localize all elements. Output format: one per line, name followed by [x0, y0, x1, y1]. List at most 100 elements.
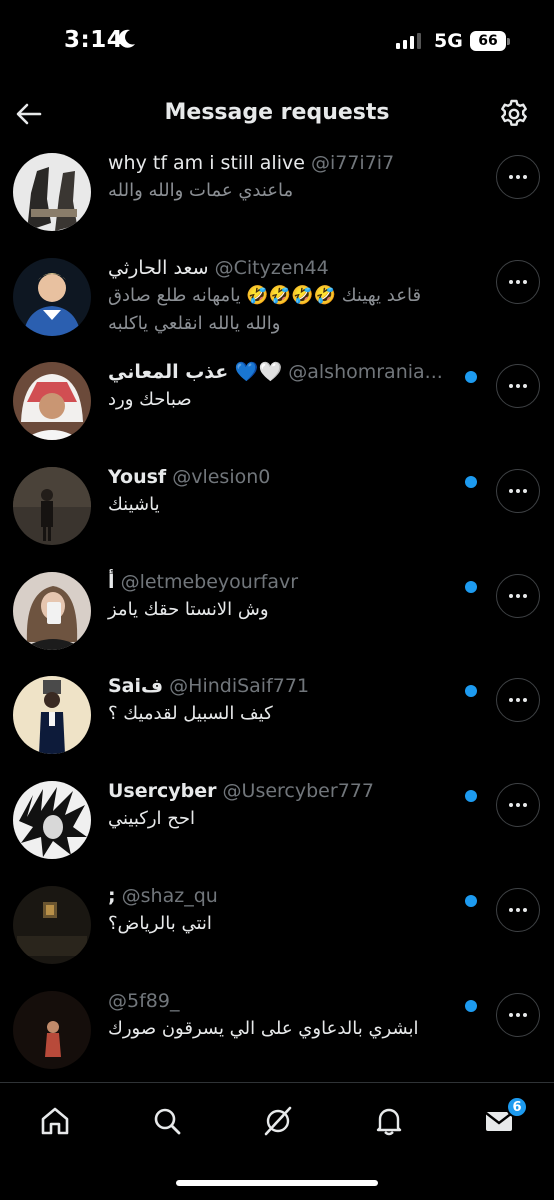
sender-handle: @Cityzen44	[214, 256, 329, 279]
grok-icon	[264, 1106, 292, 1136]
header: Message requests	[0, 84, 554, 146]
request-row[interactable]: عذب المعاني 💙🤍 @alshomrania... صباحك ورد	[0, 355, 554, 460]
signal-icon	[396, 33, 421, 49]
more-button[interactable]	[496, 992, 540, 1037]
message-requests-list: why tf am i still alive @i77i7i7 ماعندي …	[0, 146, 554, 1088]
request-row[interactable]: Usercyber @Usercyber777 احح اركبيني	[0, 774, 554, 879]
more-horizontal-icon	[509, 279, 513, 284]
more-horizontal-icon	[509, 907, 513, 912]
avatar[interactable]	[13, 362, 91, 441]
unread-dot	[465, 894, 477, 907]
request-content: ; @shaz_qu انتي بالرياض؟	[108, 882, 460, 938]
avatar[interactable]	[13, 571, 91, 650]
more-horizontal-icon	[509, 593, 513, 598]
more-horizontal-icon	[509, 698, 513, 703]
unread-dot	[465, 790, 477, 803]
more-button[interactable]	[496, 469, 540, 514]
message-preview: ماعندي عمات والله والله	[108, 180, 294, 201]
request-row[interactable]: @5f89_ ابشري بالدعاوي على الي يسرقون صور…	[0, 984, 554, 1089]
tab-notifications[interactable]	[369, 1101, 409, 1141]
network-label: 5G	[434, 30, 463, 52]
gear-icon	[501, 99, 527, 126]
sender-handle: @5f89_	[108, 989, 180, 1012]
message-preview: انتي بالرياض؟	[108, 912, 212, 934]
message-preview: صباحك ورد	[108, 389, 192, 411]
more-button[interactable]	[496, 155, 540, 199]
sender-handle: @Usercyber777	[222, 780, 374, 803]
avatar[interactable]	[13, 257, 91, 336]
request-content: @5f89_ ابشري بالدعاوي على الي يسرقون صور…	[108, 987, 460, 1043]
avatar[interactable]	[13, 676, 91, 755]
unread-dot	[465, 685, 477, 698]
message-preview: احح اركبيني	[108, 808, 196, 830]
sender-name: why tf am i still alive	[108, 152, 305, 174]
sender-name: Usercyber	[108, 780, 217, 803]
sender-name: ;	[108, 884, 116, 907]
more-button[interactable]	[496, 573, 540, 618]
unread-dot	[465, 999, 477, 1012]
avatar[interactable]	[13, 781, 91, 860]
request-row[interactable]: أ @letmebeyourfavr وش الانستا حقك يامز	[0, 565, 554, 670]
tab-home[interactable]	[35, 1101, 75, 1141]
status-time: 3:14	[64, 27, 124, 53]
request-content: why tf am i still alive @i77i7i7 ماعندي …	[108, 149, 460, 205]
request-row[interactable]: Yousf @vlesion0 ياشينك	[0, 460, 554, 565]
tab-grok[interactable]	[258, 1101, 298, 1141]
more-button[interactable]	[496, 364, 540, 409]
message-preview: قاعد يهينك 🤣🤣🤣🤣 يامهانه طلع صادق والله ي…	[108, 284, 422, 334]
unread-dot	[465, 580, 477, 593]
moon-icon	[118, 29, 135, 48]
avatar[interactable]	[13, 467, 91, 546]
request-content: عذب المعاني 💙🤍 @alshomrania... صباحك ورد	[108, 358, 460, 414]
unread-dot	[465, 476, 477, 489]
message-preview: ياشينك	[108, 494, 160, 516]
request-row[interactable]: ; @shaz_qu انتي بالرياض؟	[0, 879, 554, 984]
sender-name: أ	[108, 570, 115, 593]
avatar[interactable]	[13, 153, 91, 231]
more-horizontal-icon	[509, 1012, 513, 1017]
request-row[interactable]: why tf am i still alive @i77i7i7 ماعندي …	[0, 146, 554, 251]
messages-badge: 6	[506, 1096, 528, 1118]
search-icon	[154, 1108, 181, 1135]
more-horizontal-icon	[509, 175, 513, 179]
tab-search[interactable]	[147, 1101, 187, 1141]
sender-name: سعد الحارثي	[108, 256, 209, 279]
sender-handle: @shaz_qu	[121, 884, 218, 907]
more-horizontal-icon	[509, 489, 513, 494]
more-horizontal-icon	[509, 803, 513, 808]
page-title: Message requests	[164, 100, 390, 125]
sender-handle: @vlesion0	[172, 466, 271, 489]
status-bar: 3:14 5G 66	[0, 0, 554, 84]
sender-handle: @HindiSaif771	[169, 675, 310, 698]
request-row[interactable]: سعد الحارثي @Cityzen44 قاعد يهينك 🤣🤣🤣🤣 ي…	[0, 251, 554, 356]
settings-button[interactable]	[496, 96, 532, 132]
more-button[interactable]	[496, 783, 540, 828]
sender-name: Saiف	[108, 675, 164, 698]
request-content: Usercyber @Usercyber777 احح اركبيني	[108, 777, 460, 833]
battery-icon: 66	[470, 31, 506, 51]
more-horizontal-icon	[509, 384, 513, 389]
more-button[interactable]	[496, 678, 540, 723]
avatar[interactable]	[13, 885, 91, 964]
request-content: Saiف @HindiSaif771 كيف السبيل لقدميك ؟	[108, 672, 460, 728]
unread-dot	[465, 371, 477, 384]
sender-handle: @i77i7i7	[310, 152, 395, 174]
battery-cap	[507, 38, 510, 45]
home-icon	[41, 1107, 69, 1135]
bell-icon	[376, 1108, 402, 1136]
more-button[interactable]	[496, 259, 540, 304]
sender-handle: @alshomrania...	[288, 361, 443, 384]
request-content: Yousf @vlesion0 ياشينك	[108, 463, 460, 519]
more-button[interactable]	[496, 887, 540, 932]
request-row[interactable]: Saiف @HindiSaif771 كيف السبيل لقدميك ؟	[0, 669, 554, 774]
sender-name: Yousf	[108, 466, 167, 489]
message-preview: كيف السبيل لقدميك ؟	[108, 703, 273, 725]
request-content: سعد الحارثي @Cityzen44 قاعد يهينك 🤣🤣🤣🤣 ي…	[108, 254, 460, 338]
message-preview: وش الانستا حقك يامز	[108, 598, 269, 620]
sender-handle: @letmebeyourfavr	[120, 570, 299, 593]
home-indicator[interactable]	[176, 1180, 378, 1186]
request-content: أ @letmebeyourfavr وش الانستا حقك يامز	[108, 568, 460, 624]
avatar[interactable]	[13, 990, 91, 1069]
sender-name: عذب المعاني 💙🤍	[108, 361, 283, 384]
message-preview: ابشري بالدعاوي على الي يسرقون صورك	[108, 1017, 419, 1039]
